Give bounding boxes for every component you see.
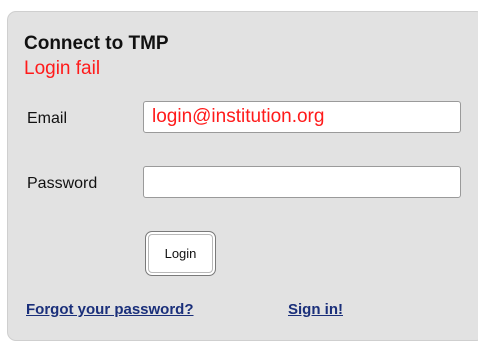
error-message: Login fail bbox=[24, 58, 101, 79]
forgot-password-link[interactable]: Forgot your password? bbox=[26, 300, 194, 320]
email-field[interactable] bbox=[143, 101, 461, 133]
login-panel: Connect to TMP Login fail Email Password… bbox=[7, 11, 478, 341]
password-label: Password bbox=[27, 175, 98, 192]
login-button[interactable]: Login bbox=[145, 231, 216, 276]
email-label: Email bbox=[27, 110, 68, 127]
password-field[interactable] bbox=[143, 166, 461, 198]
sign-in-link[interactable]: Sign in! bbox=[288, 300, 343, 320]
panel-title: Connect to TMP bbox=[24, 33, 169, 54]
